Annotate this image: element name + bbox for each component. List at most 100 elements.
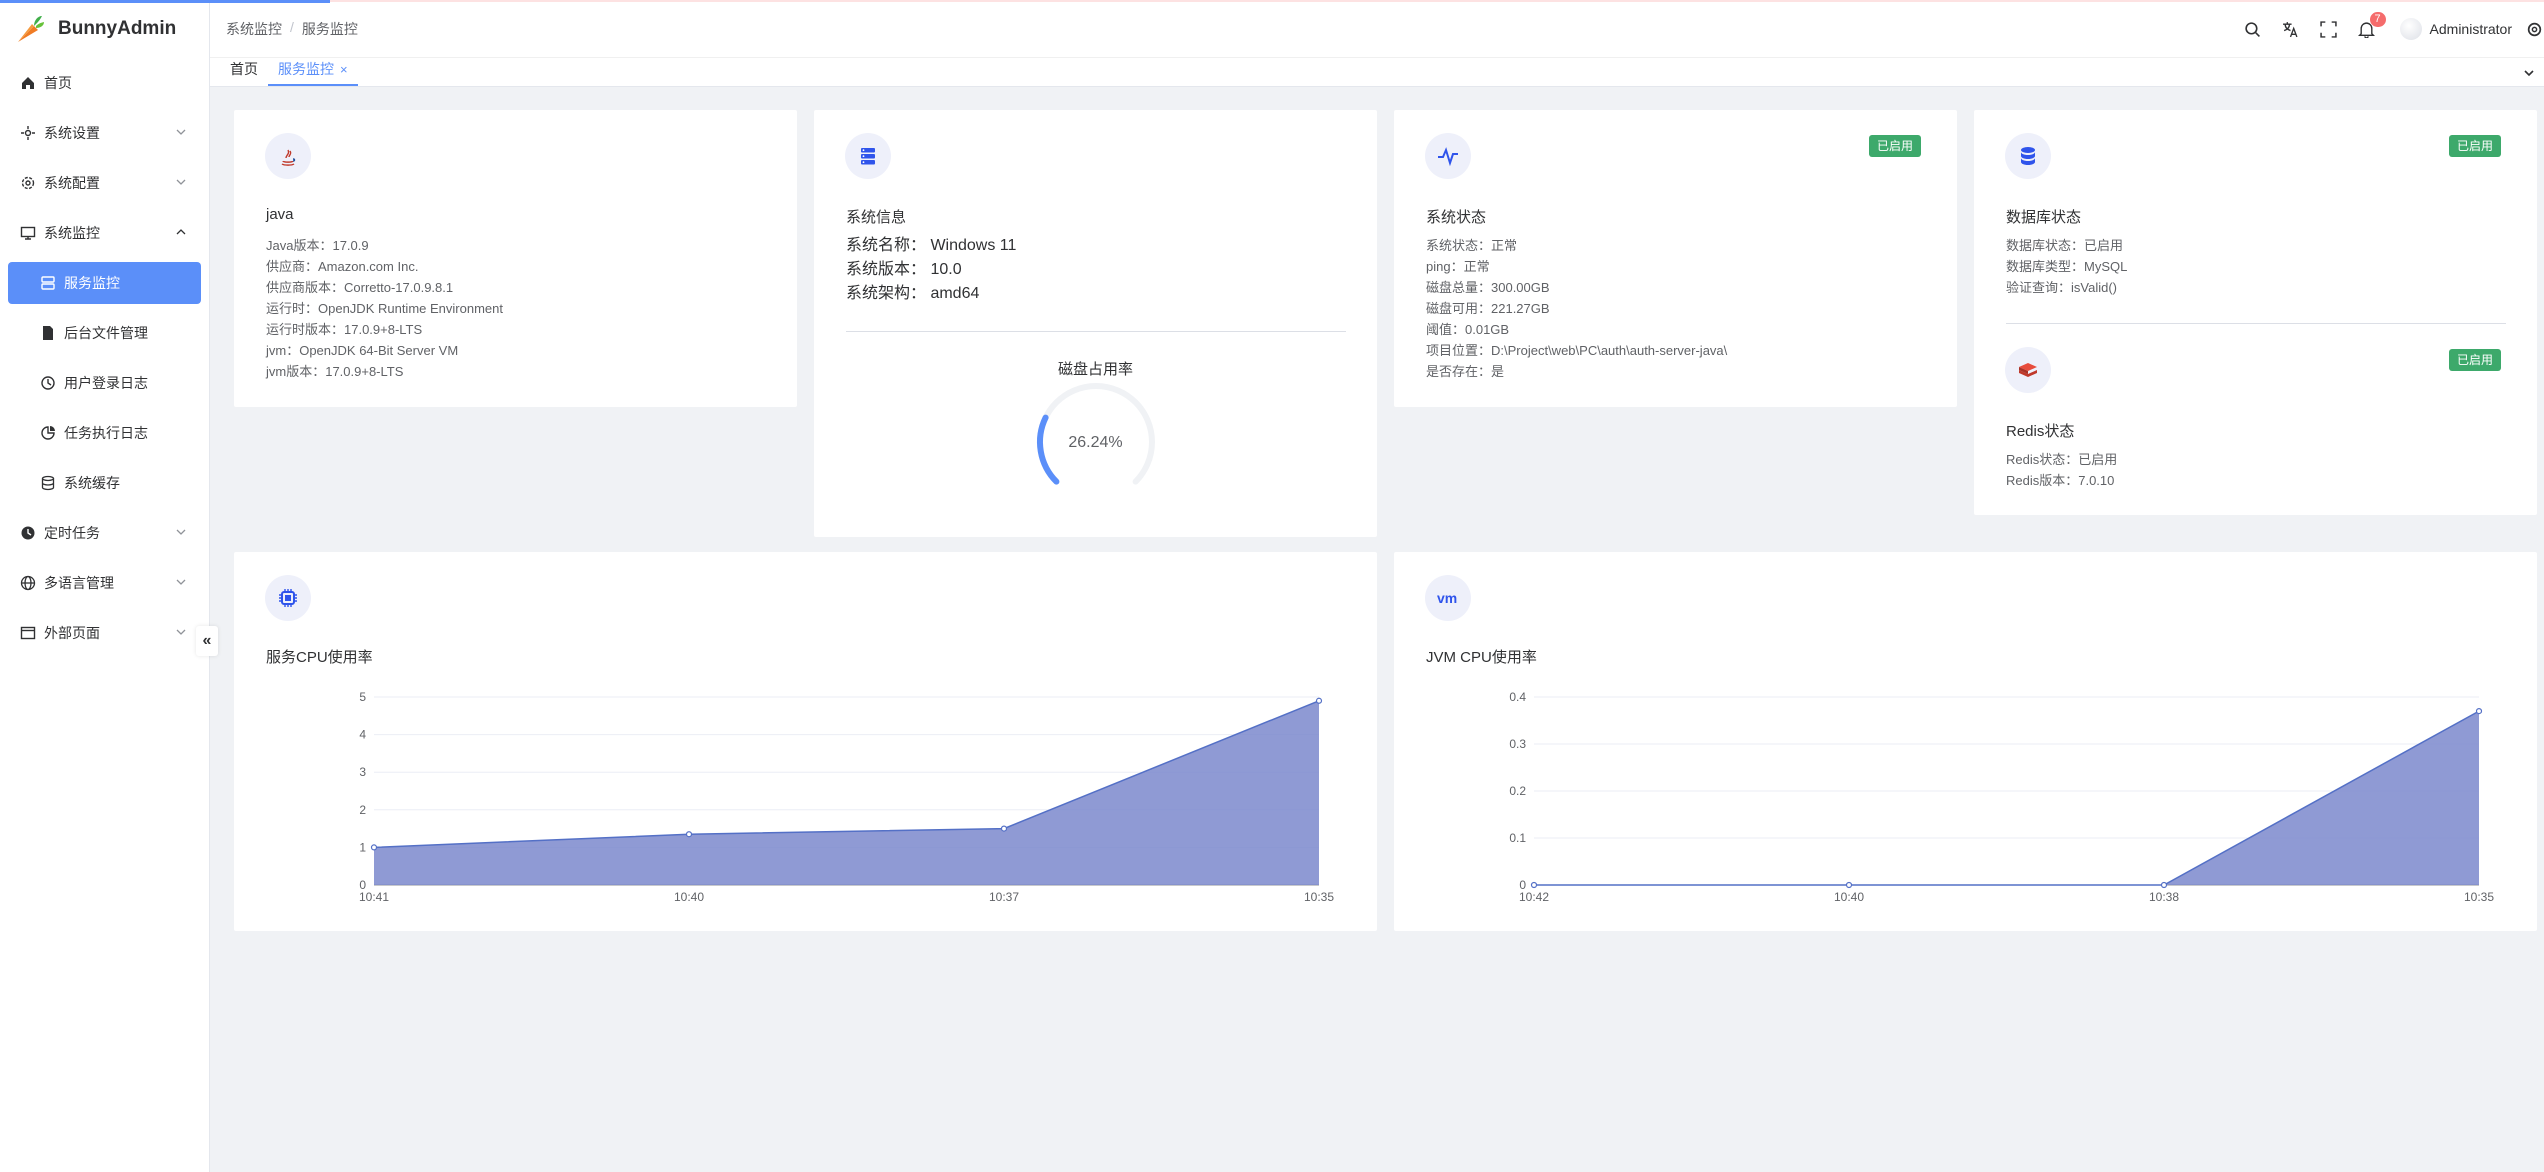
close-icon[interactable]: ×	[340, 62, 348, 77]
tab-bar: 首页 服务监控 ×	[210, 58, 2544, 87]
y-tick-label: 1	[359, 840, 366, 854]
server-icon	[40, 275, 56, 291]
logo[interactable]: BunnyAdmin	[0, 0, 209, 58]
data-point	[685, 831, 693, 838]
breadcrumb: 系统监控 / 服务监控	[226, 19, 358, 39]
tab-menu-button[interactable]	[2514, 58, 2544, 87]
os-arch: 系统架构： amd64	[846, 285, 980, 302]
database-status-badge: 已启用	[2448, 135, 2501, 157]
ping-status: ping：正常	[1426, 259, 1490, 274]
sidebar-item-system-cache[interactable]: 系统缓存	[0, 458, 209, 508]
translate-icon	[2283, 21, 2298, 37]
sidebar-item-service-monitor[interactable]: 服务监控	[8, 262, 201, 304]
chart-title: 服务CPU使用率	[266, 649, 373, 666]
sidebar-item-file-manage[interactable]: 后台文件管理	[0, 308, 209, 358]
search-button[interactable]	[2234, 0, 2272, 58]
card-title: 数据库状态	[2006, 209, 2082, 226]
db-redis-card: 已启用 数据库状态 数据库状态：已启用 数据库类型：MySQL 验证查询：isV…	[1974, 110, 2537, 515]
sidebar-item-task-log[interactable]: 任务执行日志	[0, 408, 209, 458]
svg-text:vm: vm	[1437, 590, 1457, 606]
system-status-card: 已启用 系统状态 系统状态：正常 ping：正常 磁盘总量：300.00GB 磁…	[1394, 110, 1957, 407]
jvm-cpu-chart: 00.10.20.30.410:42 10:40 10:38 10:35	[1509, 690, 2494, 904]
notification-button[interactable]: 7	[2348, 0, 2386, 58]
sidebar-item-label: 定时任务	[44, 525, 100, 541]
threshold: 阈值：0.01GB	[1426, 322, 1510, 337]
x-tick-label: 10:40	[1834, 890, 1864, 904]
header-actions: 7 Administrator	[2234, 0, 2544, 58]
data-point	[1530, 881, 1538, 889]
x-tick-label: 10:35	[1304, 890, 1334, 904]
area-fill	[1534, 711, 2479, 885]
card-title: Redis状态	[2006, 423, 2075, 440]
sidebar-item-external-page[interactable]: 外部页面	[0, 608, 209, 658]
disk-total: 磁盘总量：300.00GB	[1426, 280, 1550, 295]
java-card: java Java版本：17.0.9 供应商：Amazon.com Inc. 供…	[234, 110, 797, 407]
disk-usage-title: 磁盘占用率	[1057, 361, 1133, 378]
sidebar-item-user-login-log[interactable]: 用户登录日志	[0, 358, 209, 408]
user-log-icon	[40, 375, 56, 391]
chevron-down-icon	[176, 129, 186, 135]
user-menu[interactable]: Administrator	[2386, 18, 2524, 40]
service-cpu-card: 服务CPU使用率 0 1 2 3 4 5 10:41 10:40 10:37 10:35	[234, 552, 1377, 931]
chevron-down-icon	[176, 179, 186, 185]
sidebar-item-label: 首页	[44, 75, 72, 91]
header: 系统监控 / 服务监控 7 Administrator	[210, 0, 2544, 58]
service-cpu-chart: 01234510:41 10:40 10:37 10:35	[359, 690, 1334, 904]
sidebar-item-label: 用户登录日志	[64, 375, 148, 391]
username: Administrator	[2429, 21, 2512, 37]
path-exists: 是否存在：是	[1426, 364, 1505, 379]
chevron-down-icon	[176, 629, 186, 635]
page-load-progress	[0, 0, 330, 3]
redis-state: Redis状态：已启用	[2006, 452, 2118, 467]
server-icon	[845, 133, 891, 179]
data-point	[2475, 708, 2483, 715]
sidebar-item-i18n[interactable]: 多语言管理	[0, 558, 209, 608]
db-validation-query: 验证查询：isValid()	[2006, 280, 2117, 295]
data-point	[2160, 881, 2168, 889]
divider	[846, 331, 1346, 332]
sidebar-collapse-button[interactable]: «	[196, 626, 218, 656]
x-tick-label: 10:42	[1519, 890, 1549, 904]
sidebar-item-label: 后台文件管理	[64, 325, 148, 341]
pie-icon	[40, 425, 56, 441]
clock-icon	[20, 525, 36, 541]
cpu-icon	[265, 575, 311, 621]
breadcrumb-item[interactable]: 系统监控	[226, 19, 282, 39]
java-runtime-version: 运行时版本：17.0.9+8-LTS	[266, 322, 423, 337]
os-version: 系统版本： 10.0	[846, 261, 962, 278]
sidebar-item-system-settings[interactable]: 系统设置	[0, 108, 209, 158]
system-info-card: 系统信息 系统名称： Windows 11 系统版本： 10.0 系统架构： a…	[814, 110, 1377, 537]
sidebar-item-system-monitor[interactable]: 系统监控	[0, 208, 209, 258]
database-icon	[40, 475, 56, 491]
sidebar-item-label: 系统设置	[44, 125, 100, 141]
avatar	[2399, 18, 2422, 40]
sidebar-item-home[interactable]: 首页	[0, 58, 209, 108]
java-version: Java版本：17.0.9	[266, 238, 369, 253]
fullscreen-button[interactable]	[2310, 0, 2348, 58]
status-badge: 已启用	[1868, 135, 1921, 157]
redis-status-badge: 已启用	[2448, 349, 2501, 371]
y-tick-label: 4	[359, 728, 366, 742]
db-type: 数据库类型：MySQL	[2006, 259, 2128, 274]
sidebar-item-scheduled-tasks[interactable]: 定时任务	[0, 508, 209, 558]
chevron-down-icon	[176, 579, 186, 585]
page-load-progress-track	[330, 0, 2544, 2]
java-runtime: 运行时：OpenJDK Runtime Environment	[266, 301, 503, 316]
jvm-version: jvm版本：17.0.9+8-LTS	[266, 364, 404, 379]
window-icon	[20, 625, 36, 641]
tab-service-monitor[interactable]: 服务监控 ×	[268, 57, 358, 86]
language-button[interactable]	[2272, 0, 2310, 58]
chevron-down-icon	[176, 529, 186, 535]
area-fill	[374, 700, 1319, 885]
tab-home[interactable]: 首页	[220, 57, 268, 86]
sidebar-item-system-config[interactable]: 系统配置	[0, 158, 209, 208]
data-point	[1000, 825, 1008, 832]
carrot-logo-icon	[18, 16, 44, 42]
breadcrumb-item-current: 服务监控	[301, 20, 358, 37]
gear-icon	[20, 175, 36, 191]
card-title: 系统信息	[846, 209, 907, 226]
settings-button[interactable]	[2524, 0, 2544, 58]
database-icon	[2005, 133, 2051, 179]
x-tick-label: 10:41	[359, 890, 389, 904]
fullscreen-icon	[2320, 20, 2337, 38]
